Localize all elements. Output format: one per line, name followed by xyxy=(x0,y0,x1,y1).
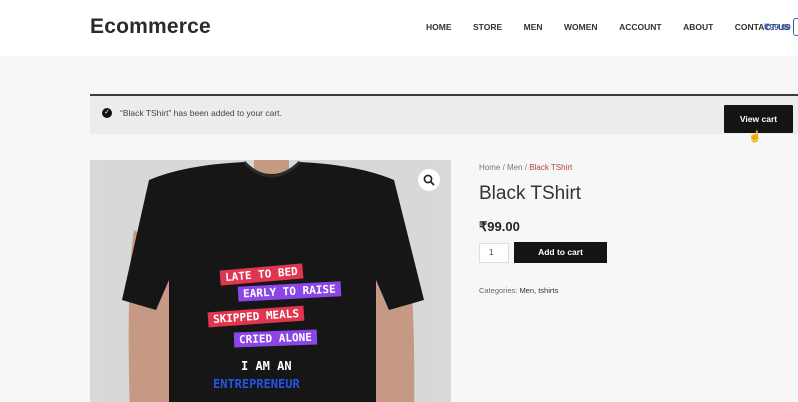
nav-about[interactable]: ABOUT xyxy=(683,22,713,32)
product-price: ₹99.00 xyxy=(479,219,520,234)
check-icon: ✓ xyxy=(102,108,112,118)
view-cart-button[interactable]: View cart xyxy=(724,105,793,133)
nav-account[interactable]: ACCOUNT xyxy=(619,22,662,32)
categories-label: Categories: xyxy=(479,286,520,295)
nav-store[interactable]: STORE xyxy=(473,22,502,32)
notice-message: “Black TShirt” has been added to your ca… xyxy=(120,108,282,118)
category-links[interactable]: Men, tshirts xyxy=(519,286,558,295)
quantity-input[interactable]: 1 xyxy=(479,243,509,263)
product-title: Black TShirt xyxy=(479,183,582,204)
add-to-cart-button[interactable]: Add to cart xyxy=(514,242,607,263)
cart-notice: ✓ “Black TShirt” has been added to your … xyxy=(90,94,798,134)
site-header: Ecommerce HOME STORE MEN WOMEN ACCOUNT A… xyxy=(0,0,798,56)
cart-icon[interactable] xyxy=(793,18,798,36)
shirt-print-line: CRIED ALONE xyxy=(233,329,318,348)
breadcrumb: Home / Men / Black TShirt xyxy=(479,163,572,172)
breadcrumb-current: Black TShirt xyxy=(529,163,573,172)
nav-men[interactable]: MEN xyxy=(524,22,543,32)
nav-women[interactable]: WOMEN xyxy=(564,22,598,32)
magnifier-icon xyxy=(423,174,435,186)
shirt-print-line: I AM AN xyxy=(241,359,292,373)
main-nav: HOME STORE MEN WOMEN ACCOUNT ABOUT CONTA… xyxy=(426,22,798,32)
mouse-cursor-icon: ☝ xyxy=(748,131,762,143)
product-categories: Categories: Men, tshirts xyxy=(479,286,558,295)
nav-home[interactable]: HOME xyxy=(426,22,452,32)
site-logo[interactable]: Ecommerce xyxy=(90,15,211,39)
shirt-print-line: ENTREPRENEUR xyxy=(213,377,300,391)
breadcrumb-path[interactable]: Home / Men / xyxy=(479,163,529,172)
product-image[interactable]: LATE TO BED EARLY TO RAISE SKIPPED MEALS… xyxy=(90,160,451,402)
header-cart-total[interactable]: ₹99.00 xyxy=(764,22,791,33)
zoom-button[interactable] xyxy=(418,169,440,191)
